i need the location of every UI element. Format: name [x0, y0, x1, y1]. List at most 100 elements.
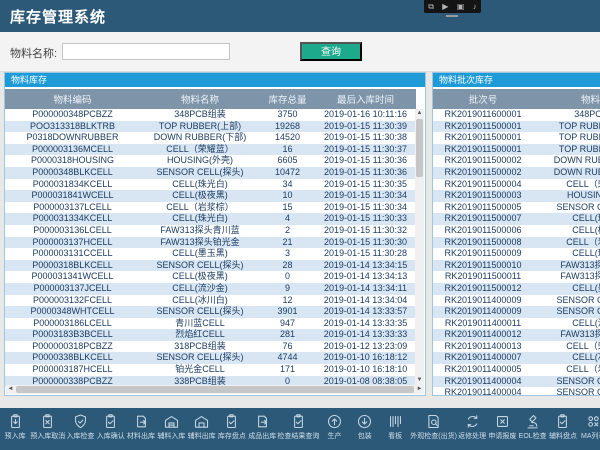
table-cell: SENSOR CELL(探头) [533, 376, 600, 388]
column-header[interactable]: 最后入库时间 [315, 89, 416, 109]
table-row[interactable]: RK2019011400009SENSOR CELL(探头) [433, 295, 600, 307]
table-row[interactable]: P000003186LCELL青川蓝CELL9472019-01-14 13:3… [5, 318, 416, 330]
table-row[interactable]: P000003187HCELL铂光金CELL1712019-01-10 16:1… [5, 364, 416, 376]
table-row[interactable]: RK2019011400012FAW313探头铂光金 [433, 329, 600, 341]
table-row[interactable]: RK2019011500008CELL（岩浆棕） [433, 237, 600, 249]
table-row[interactable]: RK2019011500007CELL(珠光白) [433, 213, 600, 225]
toolbar-item-label: 库存盘点 [218, 433, 246, 441]
table-row[interactable]: RK2019011500005SENSOR CELL(探头) [433, 202, 600, 214]
scrollbar-thumb[interactable] [416, 119, 423, 177]
table-cell: 2019-01-16 10:11:16 [315, 109, 416, 121]
table-row[interactable]: P0000318HOUSINGHOUSING(外壳)66052019-01-15… [5, 155, 416, 167]
vertical-scrollbar[interactable]: ▲ ▼ [415, 109, 424, 385]
table-row[interactable]: RK2019011400013CELL（荣耀蓝） [433, 341, 600, 353]
table-row[interactable]: P000003137LCELLCELL（岩浆棕）152019-01-15 11:… [5, 202, 416, 214]
table-row[interactable]: P000031341WCELLCELL(极夜黑)02019-01-14 13:3… [5, 271, 416, 283]
column-header[interactable]: 物料名称 [533, 89, 600, 109]
table-row[interactable]: P000003136MCELLCELL（荣耀蓝）162019-01-15 11:… [5, 144, 416, 156]
table-row[interactable]: RK2019011400011CELL(流沙金) [433, 318, 600, 330]
table-row[interactable]: P000031334KCELLCELL(珠光白)42019-01-15 11:3… [5, 213, 416, 225]
screen-capture-overlay[interactable]: ⧉ ▶ ▣ ♪ [424, 0, 481, 13]
table-row[interactable]: P0003183B3BCELL烈焰红CELL2812019-01-14 13:3… [5, 329, 416, 341]
scroll-up-icon[interactable]: ▲ [415, 109, 424, 118]
scrollbar-thumb[interactable] [16, 386, 414, 393]
material-inventory-title: 物料库存 [5, 73, 425, 87]
table-row[interactable]: RK2019011500012CELL(墨玉黑) [433, 283, 600, 295]
toolbar-item-辅料入库[interactable]: 辅料入库 [156, 408, 186, 450]
table-cell: 2019-01-14 13:34:04 [315, 295, 416, 307]
table-row[interactable]: RK2019011500006CELL(极夜黑) [433, 225, 600, 237]
query-button[interactable]: 查询 [300, 42, 362, 61]
table-row[interactable]: RK2019011500002DOWN RUBBER(下部) [433, 167, 600, 179]
table-row[interactable]: RK2019011500003HOUSING(外壳) [433, 190, 600, 202]
table-row[interactable]: P000031834KCELLCELL(珠光白)342019-01-15 11:… [5, 179, 416, 191]
table-row[interactable]: RK2019011500001TOP RUBBER(上部) [433, 121, 600, 133]
table-row[interactable]: RK2019011400009SENSOR CELL(探头) [433, 306, 600, 318]
table-cell: RK2019011500003 [433, 190, 533, 202]
table-row[interactable]: P000000348PCBZZ348PCB组装37502019-01-16 10… [5, 109, 416, 121]
scroll-down-icon[interactable]: ▼ [415, 376, 424, 385]
table-row[interactable]: RK2019011500011FAW313探头铂光金 [433, 271, 600, 283]
table-row[interactable]: RK2019011500010FAW313探头青川蓝 [433, 260, 600, 272]
column-header[interactable]: 物料编码 [5, 89, 140, 109]
table-row[interactable]: P0000338BLKCELLSENSOR CELL(探头)47442019-0… [5, 352, 416, 364]
table-row[interactable]: RK2019011400004SENSOR CELL(探头) [433, 376, 600, 388]
column-header[interactable]: 批次号 [433, 89, 533, 109]
toolbar-item-包装[interactable]: 包装 [350, 408, 380, 450]
toolbar-item-看板[interactable]: 看板 [380, 408, 410, 450]
toolbar-item-外观检查(出货)[interactable]: 外观检查(出货) [410, 408, 457, 450]
toolbar-item-入库检查[interactable]: 入库检查 [65, 408, 95, 450]
toolbar-item-生产[interactable]: 生产 [319, 408, 349, 450]
toolbar-item-材料出库[interactable]: 材料出库 [126, 408, 156, 450]
table-row[interactable]: RK2019011500001TOP RUBBER(上部) [433, 144, 600, 156]
table-cell: RK2019011400005 [433, 364, 533, 376]
toolbar-item-EOL检查[interactable]: EOL检查 [518, 408, 548, 450]
table-row[interactable]: RK2019011600001348PCB组装 [433, 109, 600, 121]
toolbar-item-检查结果查询[interactable]: 检查结果查询 [277, 408, 319, 450]
table-cell: CELL（岩浆棕） [140, 202, 260, 214]
play-icon[interactable]: ▶ [442, 3, 448, 11]
table-row[interactable]: RK2019011400007CELL(冰川白) [433, 352, 600, 364]
toolbar-item-成品出库[interactable]: 成品出库 [247, 408, 277, 450]
toolbar-item-辅料盘点[interactable]: 辅料盘点 [548, 408, 578, 450]
toolbar-item-申请报废[interactable]: 申请报废 [487, 408, 517, 450]
table-row[interactable]: RK2019011400005CELL（岩浆棕） [433, 364, 600, 376]
table-row[interactable]: RK2019011500004CELL（荣耀蓝） [433, 179, 600, 191]
table-cell: CELL(珠光白) [533, 248, 600, 260]
toolbar-item-MA列表[interactable]: MA列表 [578, 408, 600, 450]
table-row[interactable]: P0000318BLKCELLSENSOR CELL(探头)282019-01-… [5, 260, 416, 272]
toolbar-item-辅料出库[interactable]: 辅料出库 [186, 408, 216, 450]
table-row[interactable]: P000003137HCELLFAW313探头铂光金212019-01-15 1… [5, 237, 416, 249]
toolbar-item-返修处理[interactable]: 返修处理 [457, 408, 487, 450]
table-row[interactable]: RK2019011500002DOWN RUBBER(下部) [433, 155, 600, 167]
table-cell: P0318DOWNRUBBER [5, 132, 140, 144]
sound-icon[interactable]: ♪ [473, 3, 477, 11]
material-name-input[interactable] [62, 43, 230, 60]
toolbar-item-入库确认[interactable]: 入库确认 [96, 408, 126, 450]
table-row[interactable]: POO313318BLKTRBTOP RUBBER(上部)192682019-0… [5, 121, 416, 133]
table-row[interactable]: P000031841WCELLCELL(极夜黑)102019-01-15 11:… [5, 190, 416, 202]
table-row[interactable]: P000003132FCELLCELL(冰川白)122019-01-14 13:… [5, 295, 416, 307]
scroll-left-icon[interactable]: ◄ [6, 385, 15, 394]
table-row[interactable]: P000003136LCELLFAW313探头青川蓝22019-01-15 11… [5, 225, 416, 237]
table-row[interactable]: RK2019011500001TOP RUBBER(上部) [433, 132, 600, 144]
horizontal-scrollbar[interactable]: ◄ ► [6, 385, 424, 394]
column-header[interactable]: 库存总量 [260, 89, 315, 109]
table-cell: 2019-01-15 11:30:39 [315, 121, 416, 133]
table-row[interactable]: P000003137JCELLCELL(流沙金)92019-01-14 13:3… [5, 283, 416, 295]
toolbar-item-预入库[interactable]: 预入库 [0, 408, 30, 450]
table-row[interactable]: P000000318PCBZZ318PCB组装762019-01-12 13:2… [5, 341, 416, 353]
table-row[interactable]: P0318DOWNRUBBERDOWN RUBBER(下部)145202019-… [5, 132, 416, 144]
table-row[interactable]: P000003131CCELLCELL(墨玉黑)32019-01-15 11:3… [5, 248, 416, 260]
table-row[interactable]: RK2019011500009CELL(珠光白) [433, 248, 600, 260]
toolbar-item-库存盘点[interactable]: 库存盘点 [217, 408, 247, 450]
table-row[interactable]: P0000348WHTCELLSENSOR CELL(探头)39012019-0… [5, 306, 416, 318]
table-row[interactable]: P0000348BLKCELLSENSOR CELL(探头)104722019-… [5, 167, 416, 179]
table-row[interactable]: RK2019011400004SENSOR CELL(探头) [433, 387, 600, 399]
scroll-right-icon[interactable]: ► [415, 385, 424, 394]
export-icon[interactable]: ⧉ [428, 3, 434, 11]
column-header[interactable]: 物料名称 [140, 89, 260, 109]
image-icon[interactable]: ▣ [457, 3, 465, 11]
toolbar-item-label: 包装 [358, 433, 372, 441]
toolbar-item-预入库取消[interactable]: 预入库取消 [30, 408, 65, 450]
